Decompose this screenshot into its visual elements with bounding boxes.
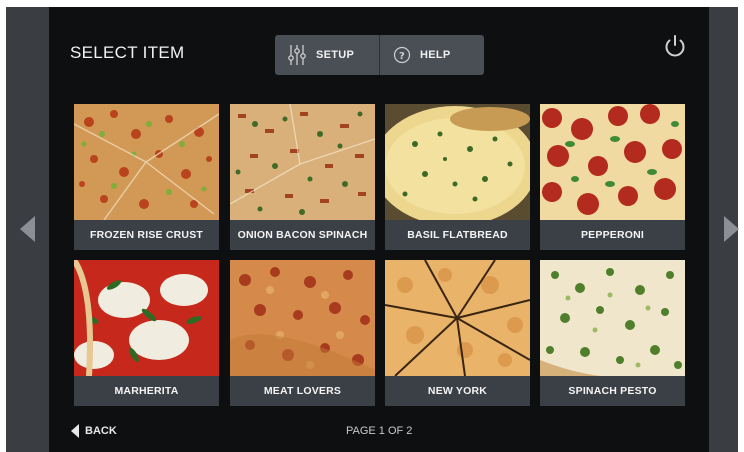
- item-card-frozen-rise-crust[interactable]: FROZEN RISE CRUST: [74, 104, 219, 250]
- item-label: FROZEN RISE CRUST: [74, 220, 219, 250]
- item-card-spinach-pesto[interactable]: SPINACH PESTO: [540, 260, 685, 406]
- page-indicator: PAGE 1 OF 2: [346, 425, 413, 437]
- item-label: BASIL FLATBREAD: [385, 220, 530, 250]
- pizza-image: [385, 260, 530, 376]
- item-card-onion-bacon-spinach[interactable]: ONION BACON SPINACH: [230, 104, 375, 250]
- power-icon[interactable]: [662, 33, 688, 59]
- chevron-right-icon[interactable]: [724, 216, 739, 242]
- setup-label: SETUP: [316, 49, 355, 61]
- pizza-image: [74, 104, 219, 220]
- item-label: ONION BACON SPINACH: [230, 220, 375, 250]
- item-card-new-york[interactable]: NEW YORK: [385, 260, 530, 406]
- item-label: SPINACH PESTO: [540, 376, 685, 406]
- page-title: SELECT ITEM: [70, 43, 185, 62]
- help-button[interactable]: ? HELP: [380, 35, 484, 75]
- svg-text:?: ?: [399, 51, 405, 62]
- item-card-basil-flatbread[interactable]: BASIL FLATBREAD: [385, 104, 530, 250]
- pizza-image: [385, 104, 530, 220]
- item-card-marherita[interactable]: MARHERITA: [74, 260, 219, 406]
- top-toolbar: SETUP ? HELP: [275, 35, 484, 75]
- pizza-image: [230, 260, 375, 376]
- item-label: MARHERITA: [74, 376, 219, 406]
- setup-button[interactable]: SETUP: [275, 35, 379, 75]
- back-button[interactable]: BACK: [71, 424, 117, 438]
- back-label: BACK: [85, 425, 117, 437]
- chevron-left-icon[interactable]: [20, 216, 35, 242]
- item-card-pepperoni[interactable]: PEPPERONI: [540, 104, 685, 250]
- pizza-image: [540, 260, 685, 376]
- back-arrow-icon: [71, 424, 79, 438]
- question-circle-icon: ?: [393, 46, 411, 64]
- pizza-image: [540, 104, 685, 220]
- item-label: MEAT LOVERS: [230, 376, 375, 406]
- pizza-image: [230, 104, 375, 220]
- item-card-meat-lovers[interactable]: MEAT LOVERS: [230, 260, 375, 406]
- item-label: NEW YORK: [385, 376, 530, 406]
- sliders-icon: [288, 45, 306, 65]
- help-label: HELP: [420, 49, 451, 61]
- pizza-image: [74, 260, 219, 376]
- item-label: PEPPERONI: [540, 220, 685, 250]
